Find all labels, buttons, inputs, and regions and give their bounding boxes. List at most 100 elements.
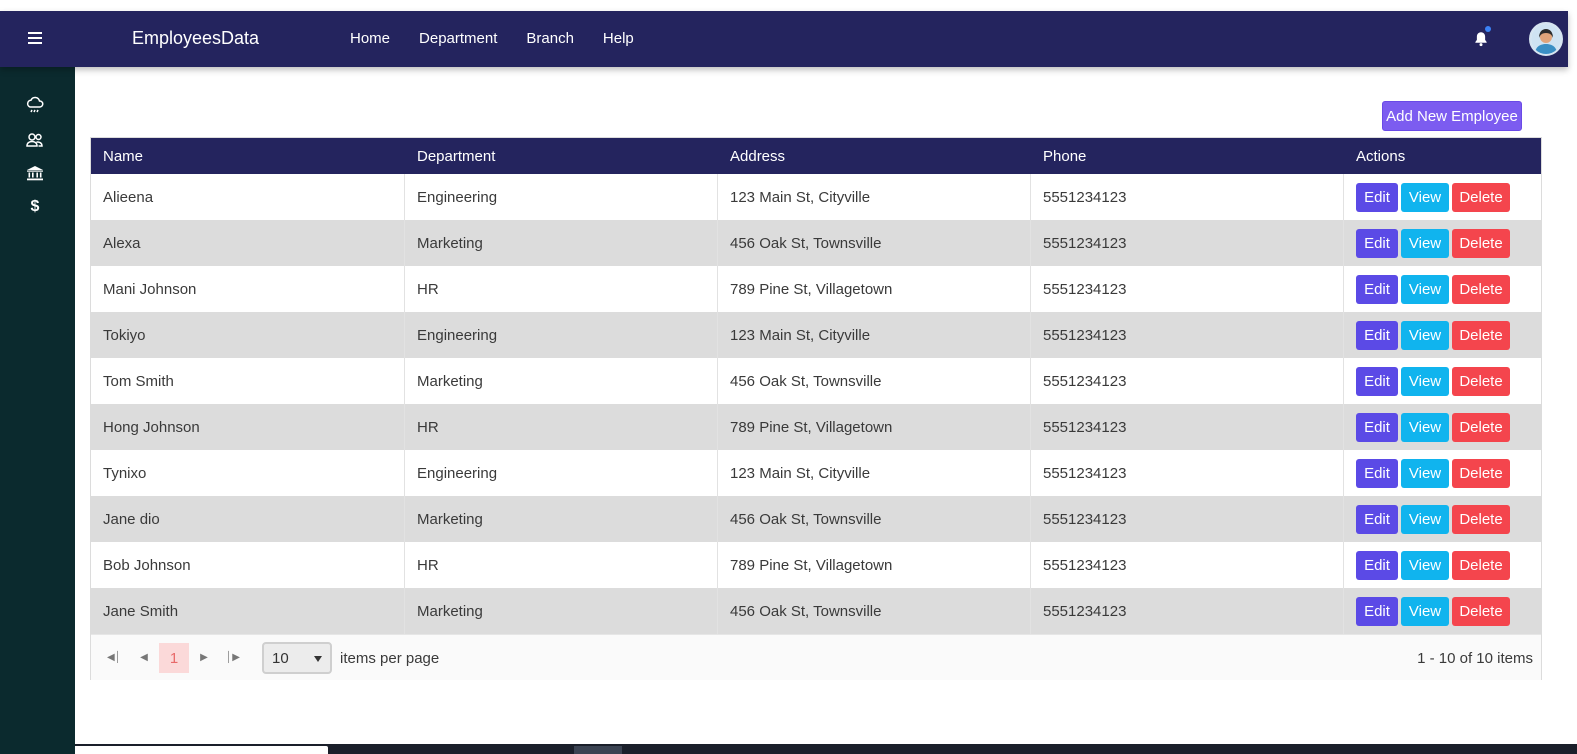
table-row[interactable]: Alieena Engineering 123 Main St, Cityville…: [91, 174, 1541, 220]
first-page-icon[interactable]: ◀│: [103, 646, 125, 668]
table-row[interactable]: Tokiyo Engineering 123 Main St, Cityville 5…: [91, 312, 1541, 358]
cell-department: Marketing: [417, 511, 483, 528]
hamburger-icon[interactable]: [28, 32, 42, 44]
column-divider: [717, 266, 718, 312]
add-new-employee-button[interactable]: Add New Employee: [1382, 101, 1522, 131]
column-divider: [1343, 404, 1344, 450]
table-row[interactable]: Bob Johnson HR 789 Pine St, Villagetown 555…: [91, 542, 1541, 588]
dollar-icon[interactable]: $: [24, 196, 46, 218]
column-divider: [1030, 542, 1031, 588]
nav-department[interactable]: Department: [419, 30, 497, 47]
bank-icon[interactable]: [24, 162, 46, 184]
cell-address: 456 Oak St, Townsville: [730, 373, 882, 390]
view-button[interactable]: View: [1401, 229, 1449, 258]
cell-name: Mani Johnson: [103, 281, 197, 298]
top-strip: [0, 0, 1577, 11]
cell-department: Marketing: [417, 373, 483, 390]
edit-button[interactable]: Edit: [1356, 597, 1398, 626]
cell-address: 456 Oak St, Townsville: [730, 235, 882, 252]
view-button[interactable]: View: [1401, 183, 1449, 212]
table-row[interactable]: Tynixo Engineering 123 Main St, Cityville 5…: [91, 450, 1541, 496]
cell-department: Marketing: [417, 603, 483, 620]
column-divider: [404, 312, 405, 358]
edit-button[interactable]: Edit: [1356, 229, 1398, 258]
column-divider: [1030, 266, 1031, 312]
weather-icon[interactable]: [24, 95, 46, 117]
view-button[interactable]: View: [1401, 459, 1449, 488]
column-divider: [404, 450, 405, 496]
column-divider: [717, 588, 718, 634]
delete-button[interactable]: Delete: [1452, 367, 1510, 396]
view-button[interactable]: View: [1401, 275, 1449, 304]
view-button[interactable]: View: [1401, 413, 1449, 442]
edit-button[interactable]: Edit: [1356, 551, 1398, 580]
cell-department: Engineering: [417, 189, 498, 206]
cell-name: Jane dio: [103, 511, 160, 528]
delete-button[interactable]: Delete: [1452, 551, 1510, 580]
user-avatar[interactable]: [1529, 22, 1563, 56]
table-row[interactable]: Jane Smith Marketing 456 Oak St, Townsvill…: [91, 588, 1541, 634]
pager-range-info: 1 - 10 of 10 items: [1417, 650, 1533, 667]
edit-button[interactable]: Edit: [1356, 275, 1398, 304]
view-button[interactable]: View: [1401, 321, 1449, 350]
column-header-name[interactable]: Name: [103, 148, 143, 165]
delete-button[interactable]: Delete: [1452, 183, 1510, 212]
delete-button[interactable]: Delete: [1452, 321, 1510, 350]
nav-branch[interactable]: Branch: [526, 30, 574, 47]
delete-button[interactable]: Delete: [1452, 275, 1510, 304]
delete-button[interactable]: Delete: [1452, 459, 1510, 488]
nav-home[interactable]: Home: [350, 30, 390, 47]
users-icon[interactable]: [24, 129, 46, 151]
column-divider: [717, 312, 718, 358]
edit-button[interactable]: Edit: [1356, 367, 1398, 396]
page-size-dropdown[interactable]: 10: [262, 642, 332, 674]
delete-button[interactable]: Delete: [1452, 505, 1510, 534]
cell-address: 123 Main St, Cityville: [730, 465, 871, 482]
cell-address: 456 Oak St, Townsville: [730, 511, 882, 528]
app-brand[interactable]: EmployeesData: [132, 28, 259, 49]
nav-help[interactable]: Help: [603, 30, 634, 47]
cell-name: Hong Johnson: [103, 419, 200, 436]
table-row[interactable]: Mani Johnson HR 789 Pine St, Villagetown 55…: [91, 266, 1541, 312]
edit-button[interactable]: Edit: [1356, 321, 1398, 350]
bottom-bar-segment: [43, 746, 328, 754]
delete-button[interactable]: Delete: [1452, 413, 1510, 442]
cell-name: Alieena: [103, 189, 154, 206]
cell-department: Marketing: [417, 235, 483, 252]
column-header-phone[interactable]: Phone: [1043, 148, 1086, 165]
delete-button[interactable]: Delete: [1452, 229, 1510, 258]
column-divider: [717, 174, 718, 220]
cell-name: Alexa: [103, 235, 141, 252]
column-divider: [1343, 312, 1344, 358]
cell-phone: 5551234123: [1043, 327, 1127, 344]
column-header-address[interactable]: Address: [730, 148, 785, 165]
table-row[interactable]: Jane dio Marketing 456 Oak St, Townsville 5…: [91, 496, 1541, 542]
table-row[interactable]: Tom Smith Marketing 456 Oak St, Townsville…: [91, 358, 1541, 404]
last-page-icon[interactable]: │▶: [222, 646, 244, 668]
bottom-bar-segment: [574, 746, 622, 754]
pager: ◀│ ◀ 1 ▶ │▶ 10 items per page 1 - 10 of …: [91, 634, 1541, 680]
edit-button[interactable]: Edit: [1356, 183, 1398, 212]
bell-icon[interactable]: [1472, 30, 1490, 48]
next-page-icon[interactable]: ▶: [193, 646, 215, 668]
column-divider: [1030, 312, 1031, 358]
view-button[interactable]: View: [1401, 367, 1449, 396]
edit-button[interactable]: Edit: [1356, 459, 1398, 488]
pager-current-page[interactable]: 1: [159, 643, 189, 673]
column-divider: [717, 358, 718, 404]
column-header-department[interactable]: Department: [417, 148, 495, 165]
main-nav: Home Department Branch Help: [350, 30, 663, 47]
delete-button[interactable]: Delete: [1452, 597, 1510, 626]
cell-department: Engineering: [417, 465, 498, 482]
edit-button[interactable]: Edit: [1356, 413, 1398, 442]
edit-button[interactable]: Edit: [1356, 505, 1398, 534]
prev-page-icon[interactable]: ◀: [133, 646, 155, 668]
column-divider: [1030, 220, 1031, 266]
view-button[interactable]: View: [1401, 597, 1449, 626]
table-row[interactable]: Alexa Marketing 456 Oak St, Townsville 5551…: [91, 220, 1541, 266]
column-divider: [1343, 588, 1344, 634]
view-button[interactable]: View: [1401, 551, 1449, 580]
table-row[interactable]: Hong Johnson HR 789 Pine St, Villagetown 55…: [91, 404, 1541, 450]
column-divider: [404, 588, 405, 634]
view-button[interactable]: View: [1401, 505, 1449, 534]
